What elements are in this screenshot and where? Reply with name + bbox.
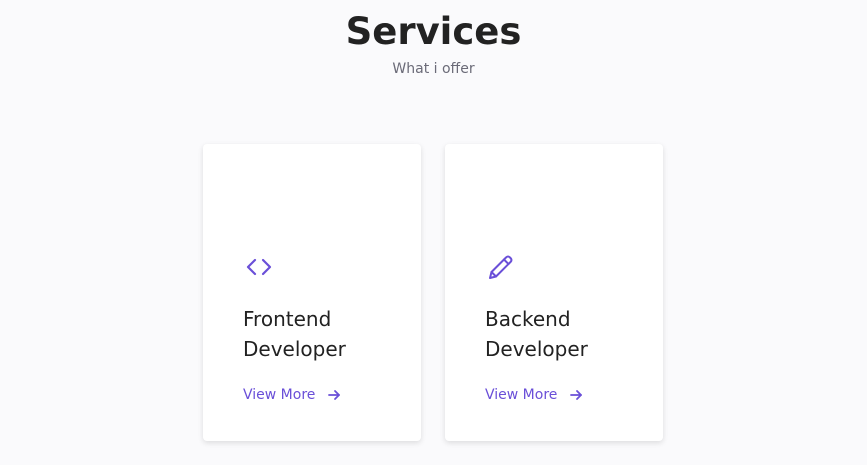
service-title-line2: Developer (243, 337, 346, 361)
view-more-label: View More (485, 387, 558, 403)
section-title: Services (345, 10, 522, 53)
arrow-right-icon (327, 388, 341, 402)
view-more-link[interactable]: View More (243, 385, 341, 405)
service-title-line2: Developer (485, 337, 588, 361)
pencil-icon (486, 252, 516, 282)
service-card-backend: Backend Developer View More (445, 144, 663, 441)
service-title: Backend Developer (485, 304, 645, 364)
service-title-line1: Frontend (243, 307, 332, 331)
view-more-label: View More (243, 387, 316, 403)
service-card-frontend: Frontend Developer View More (203, 144, 421, 441)
service-title-line1: Backend (485, 307, 571, 331)
service-title: Frontend Developer (243, 304, 403, 364)
code-icon (244, 252, 274, 282)
section-subtitle: What i offer (392, 61, 475, 77)
view-more-link[interactable]: View More (485, 385, 583, 405)
arrow-right-icon (569, 388, 583, 402)
